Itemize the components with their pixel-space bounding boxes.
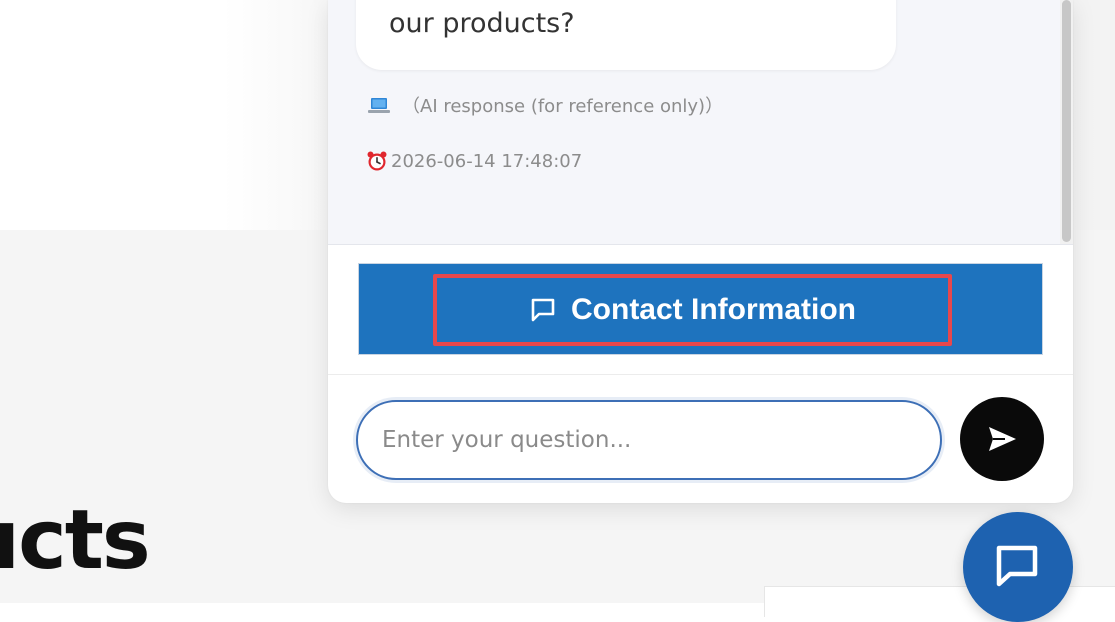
send-button[interactable] <box>960 397 1044 481</box>
bot-message-text: our products? <box>389 8 575 39</box>
contact-bar: Contact Information <box>358 263 1043 355</box>
page-heading: ıcts <box>0 493 151 588</box>
chat-panel: our products? （AI response (for referenc… <box>328 0 1073 503</box>
message-timestamp: 2026-06-14 17:48:07 <box>366 150 582 172</box>
ai-disclaimer: （AI response (for reference only)） <box>368 92 723 118</box>
contact-information-button[interactable]: Contact Information <box>433 274 952 346</box>
input-divider <box>328 374 1073 375</box>
chat-launcher-button[interactable] <box>963 512 1073 622</box>
bot-message-bubble: our products? <box>356 0 896 70</box>
ai-disclaimer-text: （AI response (for reference only)） <box>402 96 724 117</box>
alarm-clock-icon <box>366 150 388 172</box>
send-arrow-icon <box>985 422 1019 456</box>
chat-bubble-icon <box>992 542 1042 590</box>
laptop-icon <box>368 96 390 114</box>
question-input[interactable] <box>356 400 942 480</box>
timestamp-text: 2026-06-14 17:48:07 <box>391 150 583 172</box>
contact-information-label: Contact Information <box>571 293 856 326</box>
message-square-icon <box>529 296 557 324</box>
scrollbar-thumb[interactable] <box>1062 0 1071 242</box>
message-list[interactable]: our products? （AI response (for referenc… <box>328 0 1073 245</box>
